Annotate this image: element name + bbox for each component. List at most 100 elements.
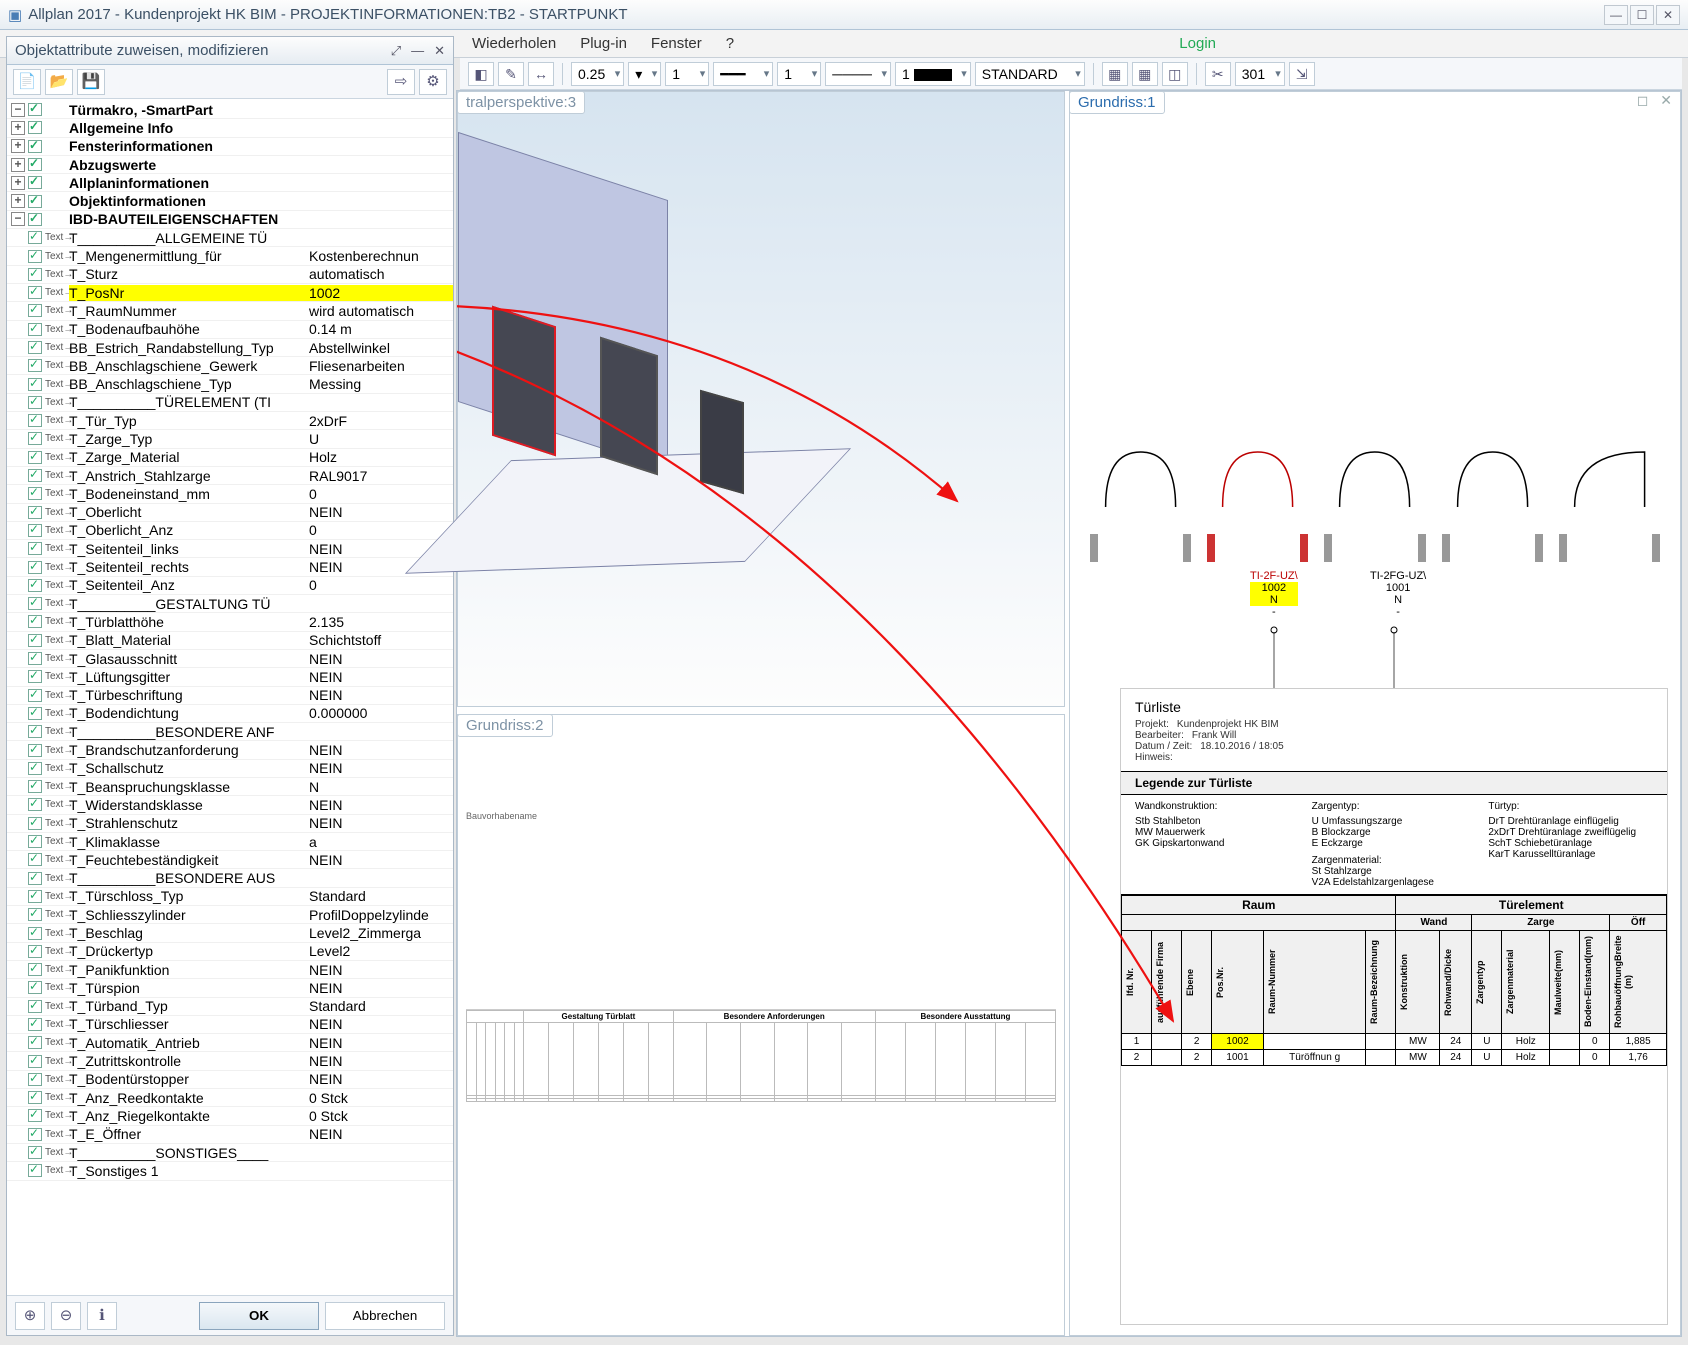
attr-row[interactable]: Text→T_Zarge_MaterialHolz <box>7 449 453 467</box>
attr-checkbox[interactable] <box>28 762 42 775</box>
color-combo[interactable]: 1 <box>895 62 971 86</box>
tool-stack2-icon[interactable]: ▦ <box>1132 62 1158 86</box>
attribute-list[interactable]: −Türmakro, -SmartPart+Allgemeine Info+Fe… <box>7 101 453 1295</box>
attr-value[interactable]: NEIN <box>307 852 453 868</box>
tool-stack1-icon[interactable]: ▦ <box>1102 62 1128 86</box>
attr-row[interactable]: Text→T__________ALLGEMEINE TÜ <box>7 229 453 247</box>
attr-checkbox[interactable] <box>28 469 42 482</box>
attr-row[interactable]: Text→T_OberlichtNEIN <box>7 504 453 522</box>
attr-checkbox[interactable] <box>28 140 42 153</box>
pen-combo[interactable]: 1 <box>665 62 709 86</box>
attr-info-icon[interactable]: ℹ <box>87 1302 117 1330</box>
attr-row[interactable]: Text→T_SchallschutzNEIN <box>7 760 453 778</box>
viewport-label[interactable]: tralperspektive:3 <box>457 91 585 114</box>
attr-checkbox[interactable] <box>28 1018 42 1031</box>
attr-value[interactable]: NEIN <box>307 687 453 703</box>
attr-value[interactable]: NEIN <box>307 962 453 978</box>
viewport-perspective[interactable]: tralperspektive:3 <box>457 91 1065 707</box>
attr-row[interactable]: Text→T_Bodenaufbauhöhe0.14 m <box>7 321 453 339</box>
attr-value[interactable]: NEIN <box>307 815 453 831</box>
viewport-grundriss1[interactable]: Grundriss:1 ◻ ✕ TI-2F-UZ\ 1002 N - TI-2F… <box>1069 91 1681 1336</box>
attr-checkbox[interactable] <box>28 341 42 354</box>
attr-row[interactable]: Text→T_Automatik_AntriebNEIN <box>7 1034 453 1052</box>
attr-checkbox[interactable] <box>28 121 42 134</box>
attr-value[interactable]: Holz <box>307 449 453 465</box>
attr-filter-icon[interactable]: ⚙ <box>419 69 447 95</box>
attr-row[interactable]: Text→T_BrandschutzanforderungNEIN <box>7 741 453 759</box>
attr-checkbox[interactable] <box>28 561 42 574</box>
attr-value[interactable]: 2xDrF <box>307 413 453 429</box>
attr-row[interactable]: Text→T__________GESTALTUNG TÜ <box>7 595 453 613</box>
attr-checkbox[interactable] <box>28 670 42 683</box>
attr-row[interactable]: Text→T_Zarge_TypU <box>7 430 453 448</box>
attr-checkbox[interactable] <box>28 1128 42 1141</box>
tool-eyedropper-icon[interactable]: ✎ <box>498 62 524 86</box>
tool-measure-icon[interactable]: ↔ <box>528 62 554 86</box>
linetype-combo[interactable]: 1 <box>777 62 821 86</box>
attr-row[interactable]: Text→T_PanikfunktionNEIN <box>7 961 453 979</box>
attr-checkbox[interactable] <box>28 304 42 317</box>
attr-checkbox[interactable] <box>28 268 42 281</box>
maximize-button[interactable]: ☐ <box>1630 5 1654 25</box>
attr-checkbox[interactable] <box>28 286 42 299</box>
attr-checkbox[interactable] <box>28 652 42 665</box>
attr-checkbox[interactable] <box>28 250 42 263</box>
attr-row[interactable]: Text→T_PosNr1002 <box>7 284 453 302</box>
door-1002[interactable] <box>1199 442 1316 562</box>
attr-row[interactable]: Text→T_DrückertypLevel2 <box>7 943 453 961</box>
attr-row[interactable]: Text→BB_Anschlagschiene_GewerkFliesenarb… <box>7 357 453 375</box>
attr-row[interactable]: Text→T__________SONSTIGES____ <box>7 1144 453 1162</box>
attr-checkbox[interactable] <box>28 195 42 208</box>
minimize-button[interactable]: — <box>1604 5 1628 25</box>
attr-row[interactable]: Text→T_BeschlagLevel2_Zimmerga <box>7 924 453 942</box>
attr-row[interactable]: Text→T_Anz_Reedkontakte0 Stck <box>7 1089 453 1107</box>
attr-row[interactable]: Text→T_TürspionNEIN <box>7 979 453 997</box>
collapse-icon[interactable]: — <box>411 43 424 59</box>
attr-checkbox[interactable] <box>28 634 42 647</box>
attr-checkbox[interactable] <box>28 487 42 500</box>
attr-row[interactable]: Text→T_Bodeneinstand_mm0 <box>7 485 453 503</box>
attr-row[interactable]: Text→T_BodentürstopperNEIN <box>7 1071 453 1089</box>
attr-checkbox[interactable] <box>28 213 42 226</box>
attr-row[interactable]: Text→T_RaumNummerwird automatisch <box>7 302 453 320</box>
attr-row[interactable]: Text→T_Tür_Typ2xDrF <box>7 412 453 430</box>
tool-stack3-icon[interactable]: ◫ <box>1162 62 1188 86</box>
attr-remove-icon[interactable]: ⊖ <box>51 1302 81 1330</box>
attr-row[interactable]: Text→T_Anstrich_StahlzargeRAL9017 <box>7 467 453 485</box>
attr-value[interactable]: Schichtstoff <box>307 632 453 648</box>
attr-checkbox[interactable] <box>28 1109 42 1122</box>
panel-close-icon[interactable]: ✕ <box>434 43 445 59</box>
attr-value[interactable]: NEIN <box>307 1016 453 1032</box>
login-link[interactable]: Login <box>1179 35 1228 52</box>
attr-checkbox[interactable] <box>28 707 42 720</box>
attr-row[interactable]: Text→T__________TÜRELEMENT (TI <box>7 394 453 412</box>
attr-checkbox[interactable] <box>28 1000 42 1013</box>
attr-value[interactable]: NEIN <box>307 797 453 813</box>
attr-group[interactable]: −IBD-BAUTEILEIGENSCHAFTEN <box>7 211 453 229</box>
attr-row[interactable]: Text→T_FeuchtebeständigkeitNEIN <box>7 851 453 869</box>
attr-checkbox[interactable] <box>28 872 42 885</box>
attr-row[interactable]: Text→T_Türband_TypStandard <box>7 998 453 1016</box>
pin-icon[interactable]: ⤢ <box>391 43 401 59</box>
attr-new-icon[interactable]: 📄 <box>13 69 41 95</box>
attr-checkbox[interactable] <box>28 1073 42 1086</box>
attr-open-icon[interactable]: 📂 <box>45 69 73 95</box>
attr-row[interactable]: Text→T_Seitenteil_rechtsNEIN <box>7 558 453 576</box>
attr-row[interactable]: Text→T_Oberlicht_Anz0 <box>7 522 453 540</box>
attr-value[interactable]: NEIN <box>307 651 453 667</box>
attr-checkbox[interactable] <box>28 396 42 409</box>
attr-value[interactable]: NEIN <box>307 1126 453 1142</box>
close-button[interactable]: ✕ <box>1656 5 1680 25</box>
attr-value[interactable]: NEIN <box>307 742 453 758</box>
attr-checkbox[interactable] <box>28 103 42 116</box>
attr-checkbox[interactable] <box>28 835 42 848</box>
attr-checkbox[interactable] <box>28 1055 42 1068</box>
attr-row[interactable]: Text→T_TürschliesserNEIN <box>7 1016 453 1034</box>
attr-value[interactable]: NEIN <box>307 980 453 996</box>
attr-checkbox[interactable] <box>28 853 42 866</box>
attr-checkbox[interactable] <box>28 908 42 921</box>
attr-row[interactable]: Text→T_WiderstandsklasseNEIN <box>7 796 453 814</box>
attr-value[interactable]: Standard <box>307 998 453 1014</box>
attr-checkbox[interactable] <box>28 231 42 244</box>
attr-checkbox[interactable] <box>28 890 42 903</box>
